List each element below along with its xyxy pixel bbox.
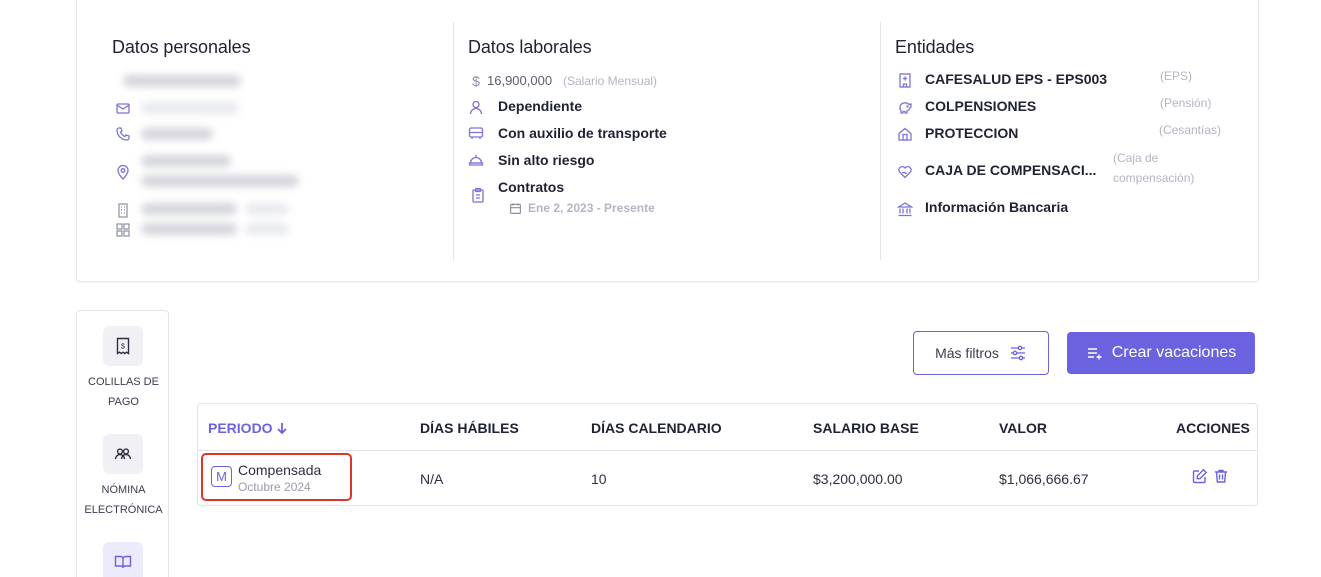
grid-icon bbox=[115, 222, 131, 238]
redacted-address-line2 bbox=[141, 175, 299, 187]
employment-type: Dependiente bbox=[498, 98, 583, 114]
cell-business-days: N/A bbox=[420, 471, 444, 487]
col-header-business-days[interactable]: DÍAS HÁBILES bbox=[420, 420, 519, 436]
cell-calendar-days: 10 bbox=[591, 471, 607, 487]
period-status: Compensada bbox=[238, 462, 322, 478]
redacted-name bbox=[123, 75, 241, 87]
entity-pension-type: (Pensión) bbox=[1160, 96, 1212, 110]
col-header-actions: ACCIONES bbox=[1176, 420, 1250, 436]
period-type-badge: M bbox=[211, 466, 232, 487]
col-header-period-label: PERIODO bbox=[208, 420, 273, 436]
nav-label-payslips-line2[interactable]: PAGO bbox=[77, 392, 170, 412]
nav-label-payslips-line1[interactable]: COLILLAS DE bbox=[77, 372, 170, 392]
salary-label: (Salario Mensual) bbox=[563, 74, 658, 88]
calendar-icon bbox=[509, 202, 522, 215]
cell-base-salary: $3,200,000.00 bbox=[813, 471, 903, 487]
receipt-icon[interactable]: $ bbox=[103, 326, 143, 366]
redacted-office-extra bbox=[245, 203, 289, 215]
piggy-bank-icon bbox=[897, 99, 913, 115]
transport-allowance: Con auxilio de transporte bbox=[498, 125, 667, 141]
risk-level: Sin alto riesgo bbox=[498, 152, 595, 168]
column-divider bbox=[453, 22, 454, 260]
bank-icon bbox=[897, 201, 913, 217]
period-month: Octubre 2024 bbox=[238, 480, 311, 494]
entity-pension-name[interactable]: COLPENSIONES bbox=[925, 98, 1036, 114]
cell-value: $1,066,666.67 bbox=[999, 471, 1089, 487]
redacted-address-line1 bbox=[141, 155, 231, 167]
entities-title: Entidades bbox=[895, 37, 975, 57]
personal-data-title: Datos personales bbox=[112, 37, 251, 57]
hospital-icon bbox=[897, 72, 913, 88]
nav-label-payroll-line1[interactable]: NÓMINA bbox=[77, 480, 170, 500]
redacted-office bbox=[141, 203, 237, 215]
helmet-icon bbox=[468, 152, 484, 168]
edit-icon[interactable] bbox=[1192, 468, 1208, 484]
house-icon bbox=[897, 126, 913, 142]
col-header-base-salary[interactable]: SALARIO BASE bbox=[813, 420, 919, 436]
mail-icon bbox=[115, 100, 131, 116]
more-filters-button[interactable]: Más filtros bbox=[913, 331, 1049, 375]
col-header-period[interactable]: PERIODO bbox=[208, 420, 289, 436]
nav-label-payroll-line2[interactable]: ELECTRÓNICA bbox=[77, 500, 170, 520]
add-list-icon bbox=[1087, 348, 1102, 360]
create-vacation-button[interactable]: Crear vacaciones bbox=[1067, 332, 1255, 374]
entity-severance-name[interactable]: PROTECCION bbox=[925, 125, 1018, 141]
heart-hand-icon bbox=[897, 164, 913, 180]
arrow-down-icon bbox=[276, 423, 287, 435]
create-vacation-label: Crear vacaciones bbox=[1111, 344, 1237, 361]
contract-date[interactable]: Ene 2, 2023 - Presente bbox=[528, 201, 655, 215]
redacted-email bbox=[141, 102, 239, 114]
column-divider bbox=[880, 22, 881, 260]
more-filters-label: Más filtros bbox=[935, 345, 999, 361]
labor-data-title: Datos laborales bbox=[468, 37, 592, 57]
entity-eps-type: (EPS) bbox=[1160, 69, 1193, 83]
col-header-calendar-days[interactable]: DÍAS CALENDARIO bbox=[591, 420, 722, 436]
clipboard-icon bbox=[470, 187, 486, 203]
bus-icon bbox=[468, 125, 484, 141]
phone-icon bbox=[115, 126, 131, 142]
vacations-table: PERIODO DÍAS HÁBILES DÍAS CALENDARIO SAL… bbox=[197, 403, 1258, 506]
trash-icon[interactable] bbox=[1213, 468, 1229, 484]
entity-compensation-type-line2: compensación) bbox=[1113, 171, 1195, 185]
redacted-phone bbox=[141, 128, 213, 140]
header-divider bbox=[198, 450, 1257, 451]
users-icon[interactable] bbox=[103, 434, 143, 474]
employee-profile-card: Datos personales Datos laborales $ 16,90… bbox=[76, 0, 1259, 282]
entity-eps-name[interactable]: CAFESALUD EPS - EPS003 bbox=[925, 71, 1107, 87]
sliders-icon bbox=[1010, 345, 1025, 361]
col-header-value[interactable]: VALOR bbox=[999, 420, 1047, 436]
side-nav: $ COLILLAS DE PAGO NÓMINA ELECTRÓNICA bbox=[76, 310, 169, 577]
user-icon bbox=[468, 99, 484, 115]
period-cell-highlighted[interactable]: M Compensada Octubre 2024 bbox=[201, 453, 352, 501]
entity-severance-type: (Cesantías) bbox=[1159, 123, 1222, 137]
redacted-area-extra bbox=[245, 223, 289, 235]
book-icon[interactable] bbox=[103, 542, 143, 577]
salary-value: 16,900,000 bbox=[487, 73, 553, 88]
bank-info-link[interactable]: Información Bancaria bbox=[925, 199, 1068, 215]
location-pin-icon bbox=[115, 164, 131, 180]
dollar-icon: $ bbox=[472, 73, 480, 89]
redacted-area bbox=[141, 223, 237, 235]
entity-compensation-name[interactable]: CAJA DE COMPENSACI... bbox=[925, 162, 1096, 178]
entity-compensation-type-line1: (Caja de bbox=[1113, 151, 1159, 165]
svg-text:$: $ bbox=[121, 344, 125, 351]
contracts-label: Contratos bbox=[498, 179, 565, 195]
building-icon bbox=[115, 202, 131, 218]
